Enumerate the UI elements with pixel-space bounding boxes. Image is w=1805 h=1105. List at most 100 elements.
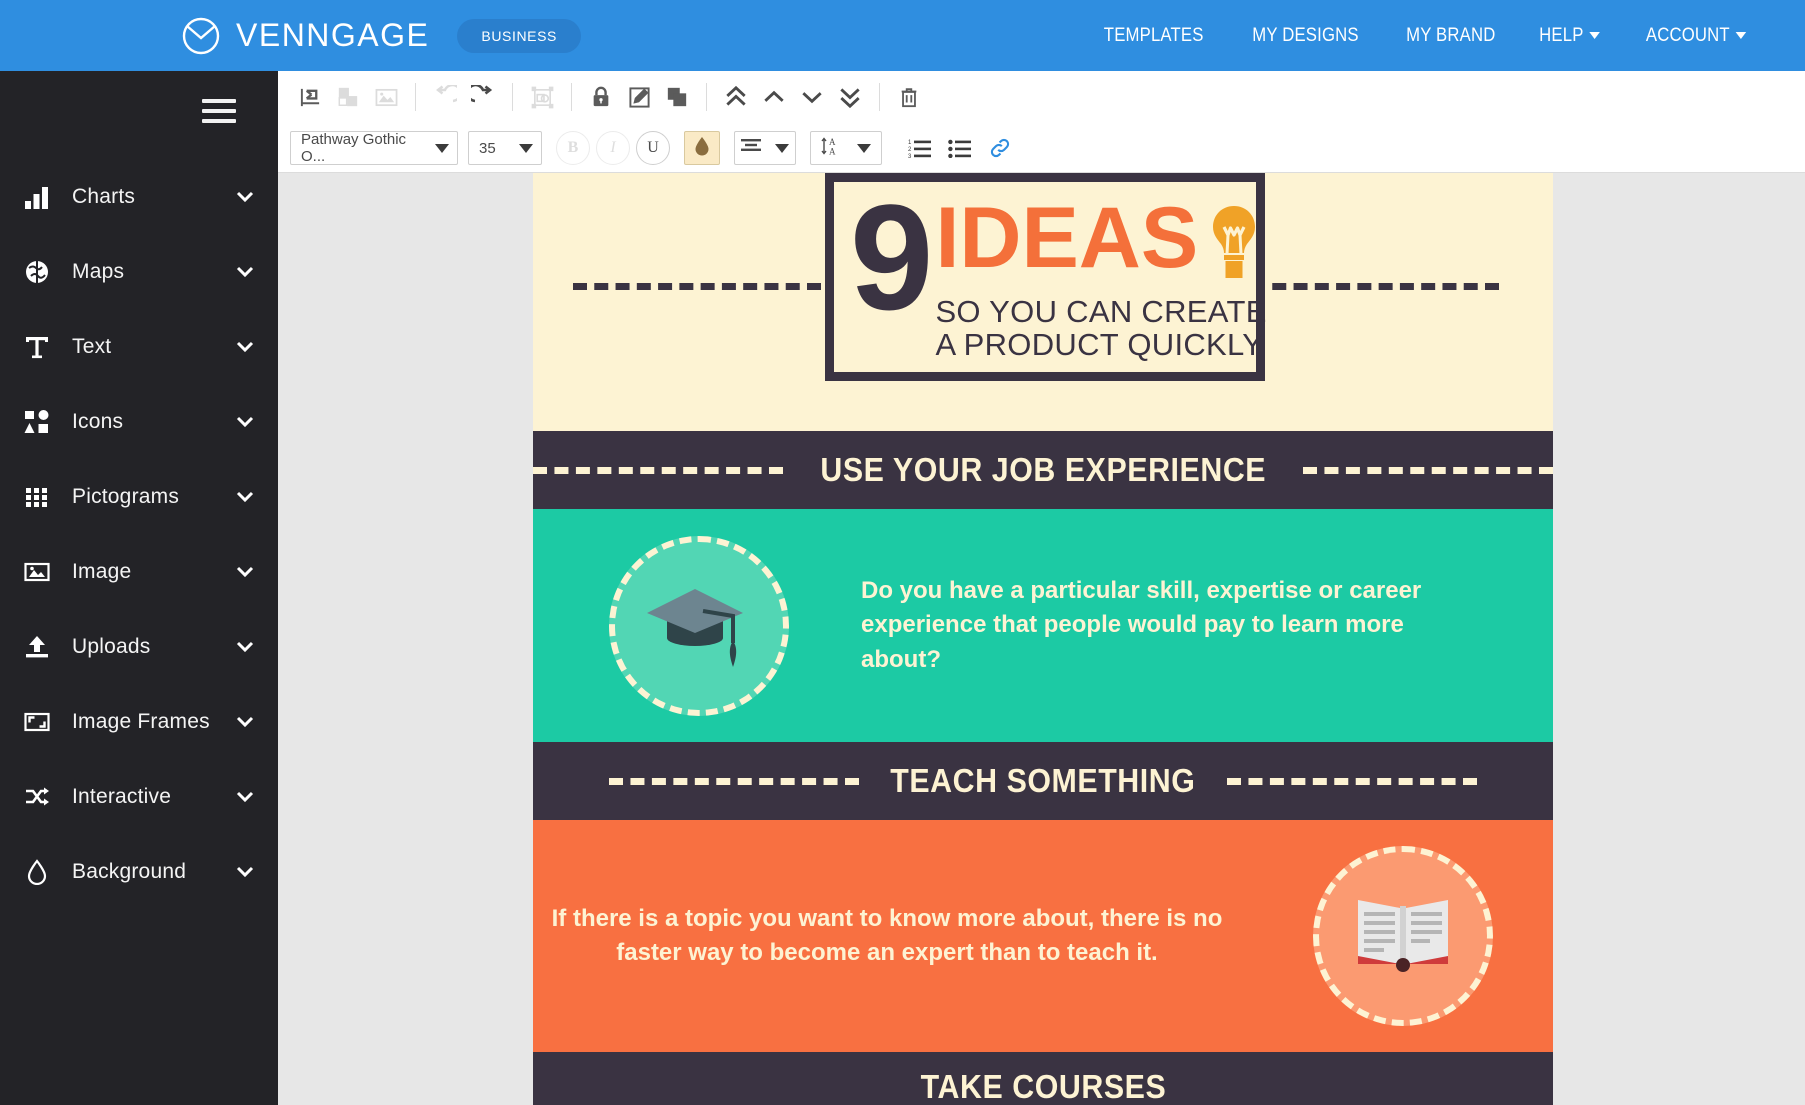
sidebar-item-label: Image: [72, 560, 131, 584]
nav-link-help[interactable]: HELP: [1539, 25, 1600, 47]
sidebar-item-icons[interactable]: Icons: [0, 384, 278, 459]
link-button[interactable]: [980, 131, 1020, 165]
svg-text:A: A: [829, 137, 836, 147]
hero-title-box[interactable]: 9 IDEAS: [825, 173, 1265, 381]
hero-dash-right: [1251, 283, 1499, 290]
chevron-down-icon: [775, 144, 789, 153]
send-to-back-icon[interactable]: [832, 79, 868, 115]
plan-badge[interactable]: BUSINESS: [457, 19, 581, 53]
chevron-down-icon: [1736, 32, 1747, 39]
section-bar-job-experience[interactable]: USE YOUR JOB EXPERIENCE: [533, 431, 1553, 509]
bold-button: B: [556, 131, 590, 165]
infographic-page[interactable]: 9 IDEAS: [533, 173, 1553, 1105]
align-to-guide-icon[interactable]: [292, 79, 328, 115]
nav-link-my-brand[interactable]: MY BRAND: [1406, 25, 1495, 47]
open-book-badge[interactable]: [1313, 846, 1493, 1026]
shuffle-arrows-icon: [14, 784, 60, 810]
hamburger-icon[interactable]: [202, 99, 236, 129]
bar-dash-left: [609, 778, 859, 785]
sidebar-item-charts[interactable]: Charts: [0, 159, 278, 234]
toolbar-separator: [415, 83, 416, 111]
dot-grid-icon: [14, 484, 60, 510]
hamburger-bar: [202, 119, 236, 123]
droplet-icon: [14, 859, 60, 885]
toolbar-separator: [879, 83, 880, 111]
delete-trash-icon[interactable]: [891, 79, 927, 115]
bring-forward-icon[interactable]: [756, 79, 792, 115]
chevron-down-icon: [234, 261, 256, 283]
shapes-icon: [14, 409, 60, 435]
sidebar-items: Charts Maps Text: [0, 159, 278, 909]
graduation-cap-icon: [645, 575, 753, 676]
brand-name: VENNGAGE: [236, 17, 429, 54]
chevron-down-icon: [234, 636, 256, 658]
sidebar-item-label: Charts: [72, 185, 135, 209]
svg-text:3: 3: [908, 154, 912, 158]
sidebar-item-label: Icons: [72, 410, 123, 434]
section-bar-take-courses[interactable]: TAKE COURSES: [533, 1052, 1553, 1105]
picture-icon: [14, 559, 60, 585]
nav-link-label: TEMPLATES: [1104, 25, 1204, 47]
sidebar-item-image-frames[interactable]: Image Frames: [0, 684, 278, 759]
sidebar-item-background[interactable]: Background: [0, 834, 278, 909]
bring-to-front-icon[interactable]: [718, 79, 754, 115]
line-height-select[interactable]: A A: [810, 131, 882, 165]
text-align-select[interactable]: [734, 131, 796, 165]
canvas-scroll-area[interactable]: 9 IDEAS: [278, 173, 1805, 1105]
top-navigation-bar: VENNGAGE BUSINESS TEMPLATES MY DESIGNS M…: [0, 0, 1805, 71]
font-family-select[interactable]: Pathway Gothic O...: [290, 131, 458, 165]
nav-link-my-designs[interactable]: MY DESIGNS: [1252, 25, 1358, 47]
sidebar-item-text[interactable]: Text: [0, 309, 278, 384]
sidebar-item-interactive[interactable]: Interactive: [0, 759, 278, 834]
edit-pencil-icon[interactable]: [621, 79, 657, 115]
hero-title: IDEAS: [935, 202, 1198, 275]
text-color-button[interactable]: [684, 131, 720, 165]
section-panel-teach-something[interactable]: If there is a topic you want to know mor…: [533, 820, 1553, 1052]
font-family-value: Pathway Gothic O...: [301, 131, 429, 165]
bar-dash-right: [1227, 778, 1477, 785]
font-size-value: 35: [479, 140, 496, 157]
underline-button[interactable]: U: [636, 131, 670, 165]
sidebar-item-pictograms[interactable]: Pictograms: [0, 459, 278, 534]
align-center-icon: [741, 138, 761, 159]
chevron-down-icon: [857, 144, 871, 153]
sidebar-item-maps[interactable]: Maps: [0, 234, 278, 309]
duplicate-icon[interactable]: [659, 79, 695, 115]
sidebar-item-label: Interactive: [72, 785, 171, 809]
hero-title-row: IDEAS: [935, 202, 1266, 285]
section-bar-title: USE YOUR JOB EXPERIENCE: [820, 451, 1266, 489]
left-sidebar: Charts Maps Text: [0, 71, 278, 1105]
chevron-down-icon: [234, 186, 256, 208]
bar-dash-right: [1303, 467, 1553, 474]
hero-section[interactable]: 9 IDEAS: [533, 173, 1553, 431]
lock-icon[interactable]: [583, 79, 619, 115]
nav-link-label: MY DESIGNS: [1252, 25, 1358, 47]
chevron-down-icon: [234, 711, 256, 733]
hero-subtitle-line1: SO YOU CAN CREATE: [935, 295, 1266, 328]
nav-link-label: HELP: [1539, 25, 1583, 47]
sidebar-item-uploads[interactable]: Uploads: [0, 609, 278, 684]
bar-chart-icon: [14, 184, 60, 210]
nav-link-templates[interactable]: TEMPLATES: [1104, 25, 1204, 47]
numbered-list-button[interactable]: 1 2 3: [900, 131, 940, 165]
section-body-text: If there is a topic you want to know mor…: [533, 902, 1241, 970]
hamburger-bar: [202, 109, 236, 113]
font-size-select[interactable]: 35: [468, 131, 542, 165]
redo-icon[interactable]: [465, 79, 501, 115]
droplet-icon: [694, 136, 710, 161]
sidebar-item-image[interactable]: Image: [0, 534, 278, 609]
nav-link-account[interactable]: ACCOUNT: [1646, 25, 1747, 47]
send-backward-icon[interactable]: [794, 79, 830, 115]
bold-label: B: [568, 139, 579, 157]
section-panel-job-experience[interactable]: Do you have a particular skill, expertis…: [533, 509, 1553, 742]
upload-arrow-icon: [14, 634, 60, 660]
hamburger-bar: [202, 99, 236, 103]
crop-shape-icon: [330, 79, 366, 115]
replace-image-icon: [368, 79, 404, 115]
graduation-cap-badge[interactable]: [609, 536, 789, 716]
brand-logo[interactable]: VENNGAGE: [180, 15, 429, 57]
section-bar-teach-something[interactable]: TEACH SOMETHING: [533, 742, 1553, 820]
toolbar-row-actions: [278, 71, 1805, 123]
bullet-list-button[interactable]: [940, 131, 980, 165]
editor-toolbar: Pathway Gothic O... 35 B I U: [278, 71, 1805, 173]
